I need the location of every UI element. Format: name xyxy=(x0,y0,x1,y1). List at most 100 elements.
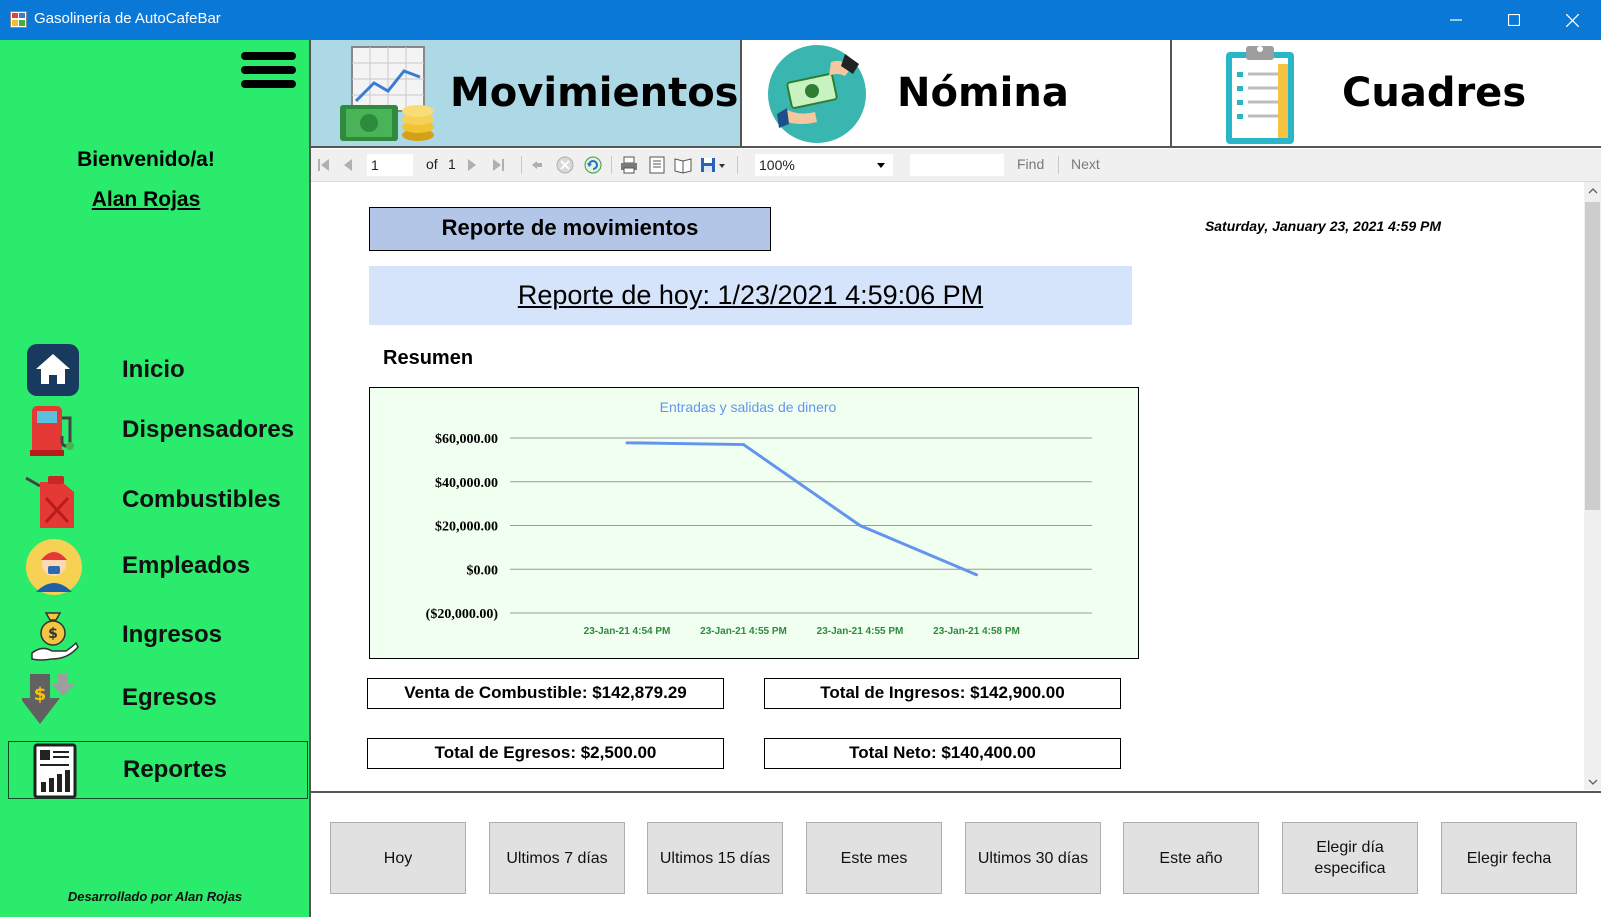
filter-specific-day-button[interactable]: Elegir día especifica xyxy=(1282,822,1418,894)
line-chart: Entradas y salidas de dinero $60,000.00 $… xyxy=(426,399,1092,637)
tab-label: Cuadres xyxy=(1342,70,1527,116)
sidebar-item-label: Combustibles xyxy=(122,486,281,513)
close-button[interactable] xyxy=(1543,0,1601,40)
filter-today-button[interactable]: Hoy xyxy=(330,822,466,894)
filter-this-month-button[interactable]: Este mes xyxy=(806,822,942,894)
toolbar-separator xyxy=(737,156,738,174)
chart-grid xyxy=(510,437,1092,614)
filter-last-7-days-button[interactable]: Ultimos 7 días xyxy=(489,822,625,894)
scroll-up-button[interactable] xyxy=(1584,182,1601,199)
next-page-icon[interactable] xyxy=(465,155,479,175)
data-point xyxy=(858,524,862,527)
zoom-select[interactable]: 100% xyxy=(755,154,893,176)
chart-series xyxy=(625,441,978,577)
x-tick-label: 23-Jan-21 4:55 PM xyxy=(817,626,904,637)
employee-icon xyxy=(26,539,82,595)
find-input[interactable] xyxy=(910,154,1004,176)
report-toolbar: 1 of 1 100% Find Next xyxy=(311,149,1601,182)
sidebar-item-label: Dispensadores xyxy=(122,416,295,443)
svg-text:$: $ xyxy=(34,684,47,705)
filter-bar: Hoy Ultimos 7 días Ultimos 15 días Este … xyxy=(311,791,1601,917)
sidebar-item-dispensadores[interactable]: Dispensadores xyxy=(8,402,308,460)
print-icon[interactable] xyxy=(619,155,639,175)
money-bag-icon: $ xyxy=(31,612,79,661)
page-number-input[interactable]: 1 xyxy=(367,154,413,176)
sidebar-item-combustibles[interactable]: Combustibles xyxy=(8,472,308,530)
fuel-pump-icon xyxy=(30,406,74,456)
developer-credit: Desarrollado por Alan Rojas xyxy=(67,889,243,904)
summary-heading: Resumen xyxy=(383,347,474,369)
sidebar-item-label: Ingresos xyxy=(122,621,223,648)
sidebar-item-ingresos[interactable]: $ Ingresos xyxy=(8,607,308,665)
tab-label: Movimientos xyxy=(450,70,739,116)
hamburger-menu-button[interactable] xyxy=(241,52,296,90)
scrollbar-thumb[interactable] xyxy=(1585,202,1600,510)
scroll-down-button[interactable] xyxy=(1584,773,1601,790)
net-total: Total Neto: $140,400.00 xyxy=(764,738,1121,769)
y-tick-label: $60,000.00 xyxy=(435,432,498,447)
report-date: Saturday, January 23, 2021 4:59 PM xyxy=(1204,218,1441,234)
stop-icon[interactable] xyxy=(555,155,575,175)
tab-nomina[interactable]: Nómina xyxy=(742,40,1172,148)
back-icon[interactable] xyxy=(529,155,545,175)
clipboard-icon xyxy=(1226,46,1294,144)
y-tick-label: $40,000.00 xyxy=(435,476,498,491)
sidebar-item-label: Empleados xyxy=(122,552,251,579)
page-setup-icon[interactable] xyxy=(673,155,693,175)
minimize-button[interactable] xyxy=(1427,0,1485,40)
next-link[interactable]: Next xyxy=(1071,156,1100,172)
total-pages: 1 xyxy=(448,156,456,172)
money-down-icon: $ xyxy=(22,674,75,724)
last-page-icon[interactable] xyxy=(491,155,507,175)
filter-last-15-days-button[interactable]: Ultimos 15 días xyxy=(647,822,783,894)
refresh-icon[interactable] xyxy=(583,155,603,175)
hamburger-line xyxy=(241,66,296,74)
x-tick-label: 23-Jan-21 4:55 PM xyxy=(700,626,787,637)
payroll-icon xyxy=(768,45,866,143)
tab-movimientos[interactable]: Movimientos xyxy=(311,40,742,148)
of-label: of xyxy=(426,156,438,172)
svg-text:$: $ xyxy=(48,626,58,642)
sidebar-item-label: Egresos xyxy=(122,684,217,711)
maximize-button[interactable] xyxy=(1485,0,1543,40)
chevron-down-icon xyxy=(877,163,885,168)
maximize-icon xyxy=(1508,14,1520,26)
filter-this-year-button[interactable]: Este año xyxy=(1123,822,1259,894)
toolbar-separator xyxy=(611,156,612,174)
first-page-icon[interactable] xyxy=(315,155,331,175)
welcome-text: Bienvenido/a! xyxy=(77,148,215,171)
sidebar-item-inicio[interactable]: Inicio xyxy=(8,342,308,400)
report-scrollbar[interactable] xyxy=(1584,182,1601,790)
tab-cuadres[interactable]: Cuadres xyxy=(1172,40,1601,148)
filter-last-30-days-button[interactable]: Ultimos 30 días xyxy=(965,822,1101,894)
chart-title: Entradas y salidas de dinero xyxy=(660,399,837,415)
toolbar-separator xyxy=(521,156,522,174)
window-title: Gasolinería de AutoCafeBar xyxy=(34,10,221,27)
tab-label: Nómina xyxy=(897,70,1069,116)
fuel-sales-total: Venta de Combustible: $142,879.29 xyxy=(367,678,724,709)
print-layout-icon[interactable] xyxy=(647,155,667,175)
x-tick-label: 23-Jan-21 4:58 PM xyxy=(933,626,1020,637)
sidebar: Bienvenido/a! Alan Rojas Inicio Dispensa… xyxy=(0,40,310,917)
y-tick-label: $20,000.00 xyxy=(435,520,498,535)
sidebar-item-label: Inicio xyxy=(122,356,185,383)
username-link[interactable]: Alan Rojas xyxy=(0,188,292,212)
report-icon xyxy=(33,743,77,799)
report-title: Reporte de movimientos xyxy=(369,207,771,251)
filter-choose-date-button[interactable]: Elegir fecha xyxy=(1441,822,1577,894)
export-icon[interactable] xyxy=(699,155,727,175)
toolbar-separator xyxy=(1058,156,1059,174)
x-tick-label: 23-Jan-21 4:54 PM xyxy=(584,626,671,637)
sidebar-item-reportes[interactable]: Reportes xyxy=(8,741,308,799)
home-icon xyxy=(27,344,79,396)
sidebar-item-egresos[interactable]: $ Egresos xyxy=(8,670,308,728)
report-today-heading: Reporte de hoy: 1/23/2021 4:59:06 PM xyxy=(369,266,1132,325)
sidebar-item-empleados[interactable]: Empleados xyxy=(8,538,308,596)
report-page: Reporte de movimientos Saturday, January… xyxy=(311,182,1584,790)
previous-page-icon[interactable] xyxy=(341,155,355,175)
minimize-icon xyxy=(1450,19,1462,21)
find-link[interactable]: Find xyxy=(1017,156,1044,172)
hamburger-line xyxy=(241,52,296,60)
jerrycan-icon xyxy=(25,476,74,528)
data-point xyxy=(742,443,745,447)
